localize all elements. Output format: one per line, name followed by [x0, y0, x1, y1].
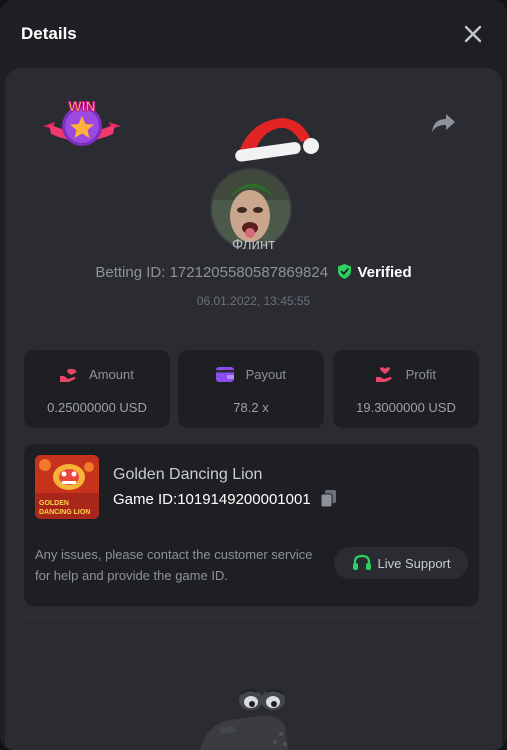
wallet-icon [215, 367, 234, 382]
details-modal: Details WIN Флинт Betting ID: 1721205580… [0, 0, 507, 750]
stat-payout: Payout 78.2 x [178, 350, 324, 428]
verified-label: Verified [357, 264, 412, 281]
stat-amount-label: Amount [89, 367, 134, 382]
game-id-row: Game ID:1019149200001001 [113, 490, 336, 508]
modal-header: Details [0, 0, 507, 68]
game-id-label: Game ID: [113, 491, 178, 508]
stat-payout-label: Payout [245, 367, 287, 382]
betting-id-label: Betting ID: [95, 264, 166, 281]
lion-thumbnail-image: GOLDEN DANCING LION [35, 455, 99, 519]
live-support-button[interactable]: Live Support [334, 547, 468, 579]
betting-id-value: 1721205580587869824 [169, 264, 329, 281]
betting-id-row: Betting ID: 1721205580587869824 Verified [5, 264, 502, 281]
stat-profit-label: Profit [405, 367, 436, 382]
game-id-value: 1019149200001001 [177, 491, 311, 508]
game-name: Golden Dancing Lion [113, 466, 263, 483]
bet-card: WIN Флинт Betting ID: 172120558058786982… [5, 68, 502, 750]
bet-datetime: 06.01.2022, 13:45:55 [196, 294, 311, 308]
stat-profit: Profit 19.3000000 USD [333, 350, 479, 428]
crocodile-mascot-icon [200, 689, 289, 750]
svg-text:DANCING LION: DANCING LION [39, 509, 90, 516]
win-badge-icon: WIN [43, 98, 121, 146]
share-icon[interactable] [431, 112, 457, 134]
stats-row: Amount 0.25000000 USD Payout 78.2 x Prof… [24, 350, 479, 428]
copy-icon[interactable] [320, 490, 336, 507]
hand-heart-icon [376, 367, 392, 382]
modal-title: Details [21, 24, 77, 43]
verified-shield-icon [338, 264, 352, 279]
svg-text:WIN: WIN [68, 98, 95, 114]
game-info-box: GOLDEN DANCING LION Golden Dancing Lion … [24, 444, 479, 606]
divider [24, 617, 479, 618]
live-support-label: Live Support [377, 555, 451, 571]
santa-hat-icon [235, 118, 319, 162]
stat-profit-value: 19.3000000 USD [356, 400, 456, 415]
stat-payout-value: 78.2 x [233, 400, 269, 415]
game-thumbnail[interactable]: GOLDEN DANCING LION [35, 455, 99, 519]
headset-icon [352, 554, 371, 570]
hand-coin-icon [60, 369, 78, 382]
username: Флинт [231, 236, 276, 253]
close-icon[interactable] [461, 22, 485, 46]
stat-amount-value: 0.25000000 USD [47, 400, 147, 415]
svg-text:GOLDEN: GOLDEN [39, 500, 69, 507]
stat-amount: Amount 0.25000000 USD [24, 350, 170, 428]
support-help-text: Any issues, please contact the customer … [35, 547, 313, 583]
